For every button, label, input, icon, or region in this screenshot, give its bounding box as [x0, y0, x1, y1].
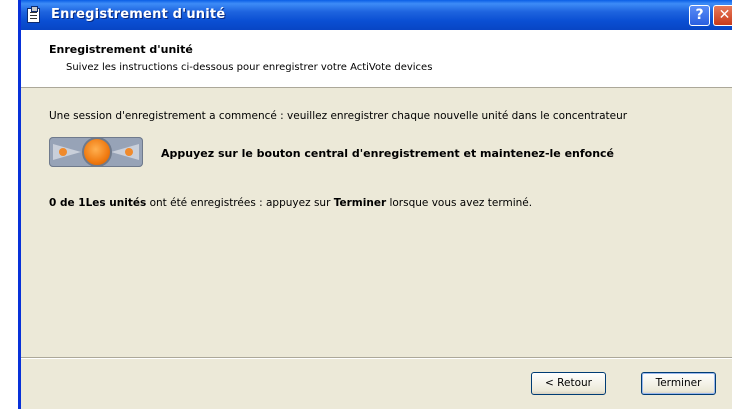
registration-status: 0 de 1Les unités ont été enregistrées : … [49, 197, 532, 209]
back-button[interactable]: < Retour [531, 372, 606, 395]
help-button[interactable]: ? [689, 5, 710, 26]
device-prompt: Appuyez sur le bouton central d'enregist… [161, 147, 615, 160]
close-button[interactable]: ✕ [713, 5, 732, 26]
activote-device-icon [49, 137, 143, 167]
device-left-light [59, 148, 67, 156]
clipboard-icon [27, 6, 40, 23]
status-units: Les unités [85, 197, 147, 209]
device-center-button [82, 137, 112, 167]
status-end-text: lorsque vous avez terminé. [386, 197, 533, 209]
finish-button[interactable]: Terminer [641, 372, 716, 395]
wizard-header: Enregistrement d'unité Suivez les instru… [21, 30, 732, 88]
status-finish-word: Terminer [333, 197, 387, 209]
page-title: Enregistrement d'unité [49, 43, 193, 56]
device-right-light [125, 148, 133, 156]
page-subtitle: Suivez les instructions ci-dessous pour … [66, 62, 433, 73]
footer-divider [21, 357, 732, 359]
wizard-content: Une session d'enregistrement a commencé … [21, 89, 732, 357]
status-mid-text: ont été enregistrées : appuyez sur [146, 197, 334, 209]
session-instruction: Une session d'enregistrement a commencé … [49, 110, 628, 122]
device-left-wing [53, 144, 81, 160]
registration-dialog: Enregistrement d'unité ? ✕ Enregistremen… [18, 0, 732, 409]
title-bar[interactable]: Enregistrement d'unité ? ✕ [21, 0, 732, 30]
window-title: Enregistrement d'unité [51, 7, 226, 22]
status-count: 0 de 1 [49, 197, 86, 209]
